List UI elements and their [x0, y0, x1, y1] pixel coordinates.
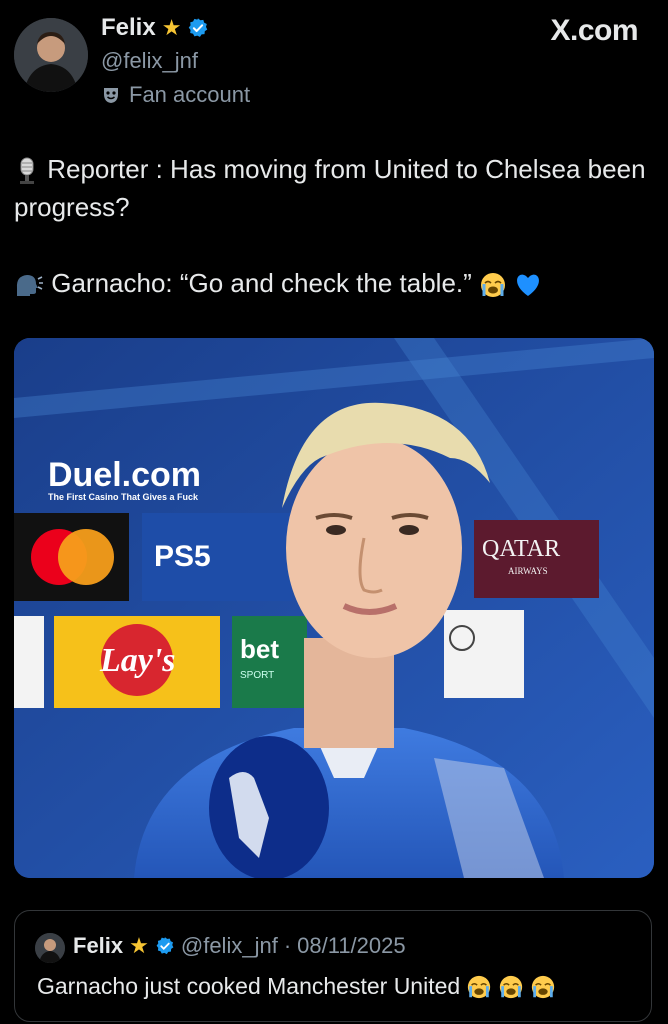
quoted-tweet[interactable]: Felix ★ @felix_jnf · 08/11/2025 Garnacho… — [14, 910, 652, 1022]
crying-face-icon — [532, 975, 555, 998]
blue-heart-icon — [517, 274, 540, 297]
quote-handle[interactable]: @felix_jnf — [181, 933, 278, 959]
quote-date[interactable]: 08/11/2025 — [297, 933, 405, 959]
duel-tagline: The First Casino That Gives a Fuck — [48, 492, 199, 502]
star-icon: ★ — [129, 933, 149, 958]
crying-face-icon — [481, 273, 506, 298]
theater-mask-icon — [104, 88, 118, 103]
speaking-head-icon — [16, 275, 43, 297]
x-brand-logo: X.com — [550, 14, 638, 47]
crying-face-icon — [500, 975, 523, 998]
tweet-body: Reporter : Has moving from United to Che… — [14, 150, 654, 302]
microphone-icon — [20, 157, 34, 185]
garnacho-reply: Garnacho: “Go and check the table.” — [51, 268, 472, 298]
reporter-question: Reporter : Has moving from United to Che… — [14, 154, 646, 222]
fan-account-label: Fan account — [129, 82, 251, 107]
qatar-board: QATAR — [482, 536, 560, 562]
profile-avatar[interactable] — [14, 18, 88, 92]
crying-face-icon — [468, 975, 491, 998]
tweet-media-image[interactable]: Duel.com The First Casino That Gives a F… — [14, 338, 654, 878]
username-handle[interactable]: @felix_jnf — [101, 48, 198, 74]
quote-text: Garnacho just cooked Manchester United — [37, 973, 461, 999]
ps5-board: PS5 — [154, 540, 211, 573]
lays-board: Lay's — [99, 642, 176, 679]
star-icon: ★ — [161, 15, 182, 40]
meta-separator: · — [283, 933, 292, 958]
verified-badge-icon — [156, 937, 174, 955]
verified-badge-icon — [189, 18, 208, 37]
duel-logo: Duel.com — [48, 456, 201, 494]
airways-board: AIRWAYS — [508, 566, 548, 576]
quote-avatar[interactable] — [35, 933, 65, 963]
display-name[interactable]: Felix — [101, 14, 156, 42]
quote-display-name[interactable]: Felix — [73, 933, 123, 959]
bet-board: bet — [240, 634, 279, 664]
sport-board: SPORT — [240, 670, 274, 681]
